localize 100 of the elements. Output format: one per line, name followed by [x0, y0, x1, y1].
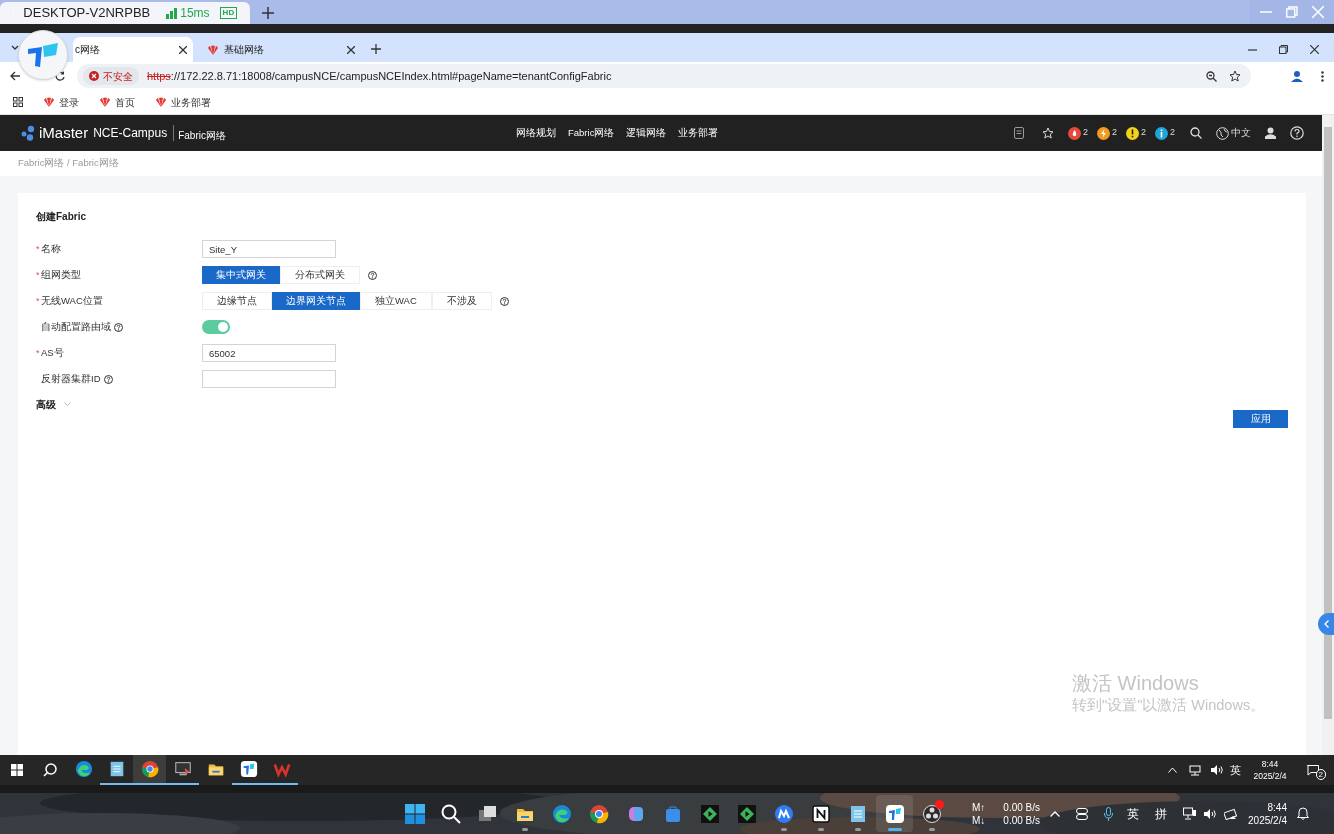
volume-icon[interactable]: [1204, 808, 1217, 819]
context-label: Fabric网络: [178, 128, 226, 143]
alarm-counter[interactable]: 2: [1067, 126, 1088, 140]
taskbar-app[interactable]: [876, 795, 913, 832]
globe-icon: [1216, 126, 1229, 140]
security-chip[interactable]: 不安全: [83, 67, 139, 85]
field-label: 反射器集群ID: [41, 371, 101, 386]
field-label: 自动配置路由域: [41, 319, 111, 334]
zoom-icon[interactable]: [1206, 70, 1217, 82]
new-tab-icon[interactable]: [262, 7, 274, 19]
windows-start-icon[interactable]: [405, 803, 425, 824]
notes-icon[interactable]: [1013, 127, 1024, 139]
alarm-counter[interactable]: 2: [1155, 126, 1175, 140]
network-icon[interactable]: [1189, 764, 1202, 776]
profile-icon[interactable]: [1291, 70, 1303, 82]
toggle-switch[interactable]: [202, 320, 230, 334]
input-field[interactable]: Site_Y: [202, 240, 336, 258]
bookmark-star-icon[interactable]: [1229, 70, 1241, 82]
clock[interactable]: 8:44 2025/2/4: [1248, 800, 1287, 827]
help-icon[interactable]: [499, 296, 509, 306]
nav-link[interactable]: 逻辑网络: [626, 125, 667, 141]
product-name: NCE-Campus: [93, 125, 168, 142]
fan-logo-icon: [155, 97, 167, 107]
chevron-up-icon[interactable]: [1168, 767, 1178, 773]
segment-option[interactable]: 不涉及: [431, 292, 492, 310]
new-tab-icon[interactable]: [371, 44, 381, 54]
network-icon[interactable]: [1183, 807, 1197, 820]
scrollbar-thumb[interactable]: [1324, 127, 1332, 719]
help-icon[interactable]: [368, 270, 377, 280]
input-field[interactable]: [202, 370, 336, 388]
help-icon[interactable]: [114, 322, 123, 332]
bookmark-item[interactable]: 业务部署: [155, 94, 211, 110]
star-icon[interactable]: [1041, 127, 1054, 139]
nav-link[interactable]: Fabric网络: [568, 125, 615, 141]
task-view-icon[interactable]: [478, 803, 498, 824]
search-icon[interactable]: [43, 763, 57, 777]
scrollbar[interactable]: [1322, 115, 1334, 755]
fan-logo-icon: [99, 97, 111, 107]
chevron-up-icon[interactable]: [1050, 810, 1061, 817]
segment-option[interactable]: 集中式网关: [202, 266, 280, 284]
search-icon[interactable]: [1190, 127, 1202, 139]
browser-wave-icon: [74, 760, 93, 778]
toggle-icon[interactable]: [1076, 807, 1089, 820]
nav-link[interactable]: 业务部署: [678, 125, 719, 141]
session-title: DESKTOP-V2NRPBB: [23, 4, 151, 23]
battery-icon[interactable]: [1224, 807, 1239, 820]
tab-list-icon[interactable]: [11, 45, 19, 51]
required-mark: *: [36, 296, 41, 306]
field-label: 无线WAC位置: [41, 293, 103, 308]
input-field[interactable]: 65002: [202, 344, 336, 362]
required-mark: *: [36, 270, 41, 280]
alarm-counter[interactable]: 2: [1125, 126, 1146, 140]
bookmark-item[interactable]: 登录: [43, 94, 79, 110]
chat-bubble-icon[interactable]: [1306, 764, 1319, 776]
side-panel-tab[interactable]: [1318, 613, 1334, 635]
segment-option[interactable]: 边缘节点: [202, 292, 272, 310]
segment-option[interactable]: 分布式网关: [280, 266, 360, 284]
ime-indicator[interactable]: 英: [1230, 761, 1242, 779]
browser-tab[interactable]: c网络: [73, 37, 193, 62]
bookmark-item[interactable]: 首页: [99, 94, 135, 110]
taskbar-app[interactable]: [133, 755, 166, 785]
nav-link[interactable]: 网络规划: [516, 125, 556, 141]
notification-count: 2: [1315, 768, 1326, 780]
address-bar[interactable]: 不安全 https://172.22.8.71:18008/campusNCE/campusNCEIndex.html#pageName=tenantConfigFabric: [77, 64, 1251, 88]
chrome-icon: [140, 760, 159, 778]
alarm-counter[interactable]: 2: [1096, 126, 1117, 140]
record-circle-icon: [921, 803, 942, 824]
language-menu-button[interactable]: 中文: [1216, 125, 1251, 141]
remote-session-tab[interactable]: DESKTOP-V2NRPBB 15ms HD: [0, 2, 250, 24]
windows-start-icon[interactable]: [11, 764, 23, 776]
required-mark: *: [36, 244, 41, 254]
apply-button[interactable]: 应用: [1233, 410, 1288, 428]
microphone-icon[interactable]: [1104, 806, 1114, 821]
more-icon[interactable]: [1321, 70, 1324, 82]
apps-grid-icon[interactable]: [13, 97, 23, 107]
bell-icon[interactable]: [1297, 807, 1309, 820]
latency-text: 15ms: [180, 5, 210, 22]
chevron-down-icon: [64, 402, 71, 406]
search-icon[interactable]: [441, 803, 461, 824]
segment-option[interactable]: 边界网关节点: [272, 292, 360, 310]
fan-logo-icon: [43, 97, 55, 107]
segment-option[interactable]: 独立WAC: [360, 292, 432, 310]
warning-icon: [89, 71, 99, 81]
chevron-left-icon: [1323, 620, 1329, 628]
ime-indicator[interactable]: 英: [1127, 804, 1140, 823]
monitor-icon: [173, 760, 192, 778]
back-icon[interactable]: [10, 71, 20, 81]
form-title: 创建Fabric: [36, 210, 87, 223]
ime-indicator[interactable]: 拼: [1155, 804, 1168, 823]
n-logo-icon: [810, 803, 831, 824]
signal-icon: [166, 7, 178, 19]
clock[interactable]: 8:44 2025/2/4: [1253, 758, 1287, 782]
user-icon[interactable]: [1265, 127, 1276, 139]
app-logo-icon: [239, 760, 258, 778]
field-label: 组网类型: [41, 267, 81, 282]
volume-icon[interactable]: [1211, 765, 1224, 775]
reload-icon[interactable]: [55, 71, 65, 81]
help-icon[interactable]: [103, 374, 113, 384]
chrome-icon: [588, 803, 609, 824]
restore-icon[interactable]: [1279, 45, 1288, 54]
